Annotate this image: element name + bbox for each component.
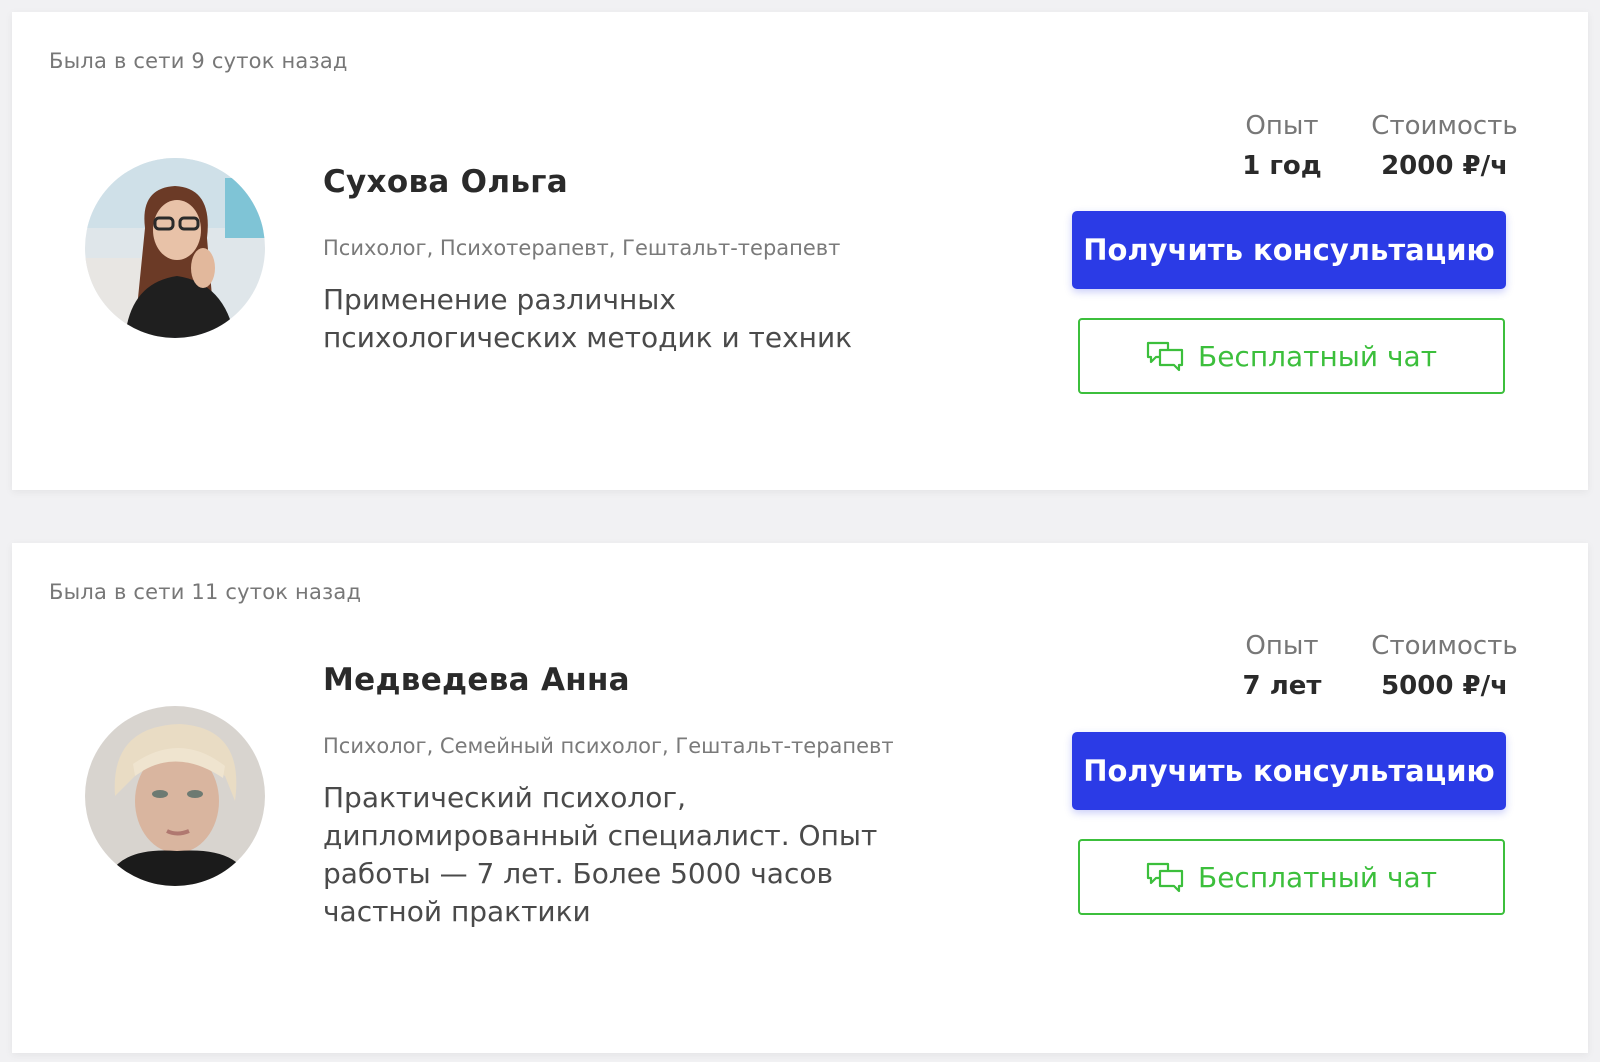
get-consultation-button[interactable]: Получить консультацию xyxy=(1072,211,1506,289)
specializations: Психолог, Семейный психолог, Гештальт-те… xyxy=(323,734,894,758)
price-stat: Стоимость 2000 ₽/ч xyxy=(1367,108,1522,184)
experience-stat: Опыт 1 год xyxy=(1222,108,1342,184)
online-status: Была в сети 11 суток назад xyxy=(49,580,362,604)
description: Применение различных психологических мет… xyxy=(323,283,853,354)
chat-bubbles-icon xyxy=(1146,861,1184,893)
avatar[interactable] xyxy=(85,706,265,886)
specialist-name[interactable]: Сухова Ольга xyxy=(323,162,923,202)
specialist-name[interactable]: Медведева Анна xyxy=(323,660,923,700)
description: Практический психолог, дипломированный с… xyxy=(323,781,878,928)
stats: Опыт 1 год Стоимость 2000 ₽/ч xyxy=(1222,108,1522,188)
free-chat-label: Бесплатный чат xyxy=(1197,339,1438,373)
avatar-photo xyxy=(85,158,265,338)
free-chat-button[interactable]: Бесплатный чат xyxy=(1078,318,1505,394)
specialist-card: Была в сети 11 суток назад Медведева Анн… xyxy=(12,543,1588,1053)
price-label: Стоимость xyxy=(1371,631,1518,661)
price-stat: Стоимость 5000 ₽/ч xyxy=(1367,628,1522,704)
experience-value: 7 лет xyxy=(1242,671,1322,701)
avatar-photo xyxy=(85,706,265,886)
experience-stat: Опыт 7 лет xyxy=(1222,628,1342,704)
specialist-card: Была в сети 9 суток назад Сухова Ольга П… xyxy=(12,12,1588,490)
specialist-info: Медведева Анна Психолог, Семейный психол… xyxy=(323,660,923,931)
experience-value: 1 год xyxy=(1242,151,1322,181)
chat-bubbles-icon xyxy=(1146,340,1184,372)
experience-label: Опыт xyxy=(1245,631,1319,661)
specializations: Психолог, Психотерапевт, Гештальт-терапе… xyxy=(323,236,841,260)
free-chat-button[interactable]: Бесплатный чат xyxy=(1078,839,1505,915)
free-chat-label: Бесплатный чат xyxy=(1197,860,1438,894)
get-consultation-button[interactable]: Получить консультацию xyxy=(1072,732,1506,810)
experience-label: Опыт xyxy=(1245,111,1319,141)
price-value: 5000 ₽/ч xyxy=(1381,671,1508,701)
price-value: 2000 ₽/ч xyxy=(1381,151,1508,181)
stats: Опыт 7 лет Стоимость 5000 ₽/ч xyxy=(1222,628,1522,708)
avatar[interactable] xyxy=(85,158,265,338)
specialist-info: Сухова Ольга Психолог, Психотерапевт, Ге… xyxy=(323,162,923,357)
price-label: Стоимость xyxy=(1371,111,1518,141)
online-status: Была в сети 9 суток назад xyxy=(49,49,348,73)
